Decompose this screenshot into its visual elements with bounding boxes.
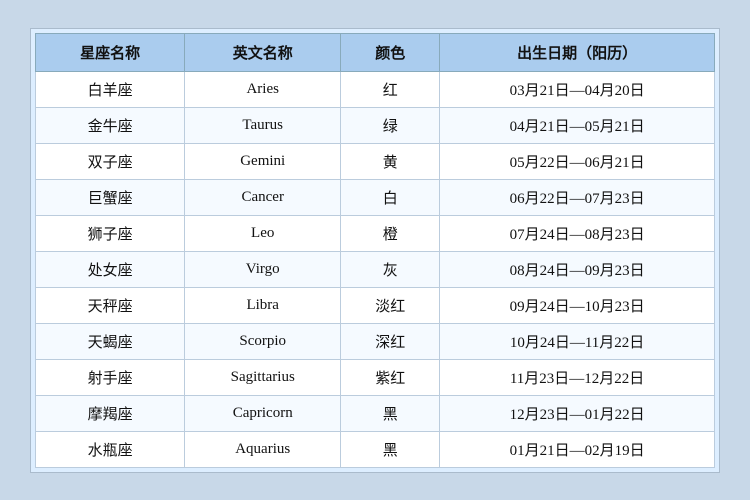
cell-color: 黄 (341, 143, 440, 179)
cell-en-name: Gemini (185, 143, 341, 179)
table-row: 白羊座Aries红03月21日—04月20日 (36, 71, 715, 107)
cell-date: 09月24日—10月23日 (440, 287, 715, 323)
cell-color: 淡红 (341, 287, 440, 323)
cell-date: 10月24日—11月22日 (440, 323, 715, 359)
header-zh-name: 星座名称 (36, 33, 185, 71)
cell-en-name: Sagittarius (185, 359, 341, 395)
header-date: 出生日期（阳历） (440, 33, 715, 71)
cell-en-name: Cancer (185, 179, 341, 215)
cell-zh-name: 巨蟹座 (36, 179, 185, 215)
header-en-name: 英文名称 (185, 33, 341, 71)
cell-zh-name: 白羊座 (36, 71, 185, 107)
table-row: 狮子座Leo橙07月24日—08月23日 (36, 215, 715, 251)
table-row: 摩羯座Capricorn黑12月23日—01月22日 (36, 395, 715, 431)
cell-zh-name: 天秤座 (36, 287, 185, 323)
cell-date: 11月23日—12月22日 (440, 359, 715, 395)
cell-en-name: Aries (185, 71, 341, 107)
cell-en-name: Capricorn (185, 395, 341, 431)
cell-zh-name: 水瓶座 (36, 431, 185, 467)
cell-date: 03月21日—04月20日 (440, 71, 715, 107)
cell-color: 黑 (341, 395, 440, 431)
cell-color: 红 (341, 71, 440, 107)
table-container: 星座名称 英文名称 颜色 出生日期（阳历） 白羊座Aries红03月21日—04… (30, 28, 720, 473)
table-row: 天蝎座Scorpio深红10月24日—11月22日 (36, 323, 715, 359)
cell-en-name: Scorpio (185, 323, 341, 359)
cell-date: 04月21日—05月21日 (440, 107, 715, 143)
table-row: 天秤座Libra淡红09月24日—10月23日 (36, 287, 715, 323)
cell-color: 灰 (341, 251, 440, 287)
table-row: 水瓶座Aquarius黑01月21日—02月19日 (36, 431, 715, 467)
cell-en-name: Leo (185, 215, 341, 251)
table-header-row: 星座名称 英文名称 颜色 出生日期（阳历） (36, 33, 715, 71)
cell-color: 紫红 (341, 359, 440, 395)
cell-color: 深红 (341, 323, 440, 359)
cell-zh-name: 摩羯座 (36, 395, 185, 431)
cell-date: 08月24日—09月23日 (440, 251, 715, 287)
table-row: 双子座Gemini黄05月22日—06月21日 (36, 143, 715, 179)
cell-en-name: Libra (185, 287, 341, 323)
table-body: 白羊座Aries红03月21日—04月20日金牛座Taurus绿04月21日—0… (36, 71, 715, 467)
cell-color: 黑 (341, 431, 440, 467)
cell-en-name: Aquarius (185, 431, 341, 467)
cell-date: 06月22日—07月23日 (440, 179, 715, 215)
cell-zh-name: 射手座 (36, 359, 185, 395)
cell-zh-name: 狮子座 (36, 215, 185, 251)
cell-color: 白 (341, 179, 440, 215)
table-row: 处女座Virgo灰08月24日—09月23日 (36, 251, 715, 287)
table-row: 射手座Sagittarius紫红11月23日—12月22日 (36, 359, 715, 395)
cell-zh-name: 金牛座 (36, 107, 185, 143)
cell-zh-name: 双子座 (36, 143, 185, 179)
cell-date: 05月22日—06月21日 (440, 143, 715, 179)
table-row: 金牛座Taurus绿04月21日—05月21日 (36, 107, 715, 143)
zodiac-table: 星座名称 英文名称 颜色 出生日期（阳历） 白羊座Aries红03月21日—04… (35, 33, 715, 468)
cell-en-name: Taurus (185, 107, 341, 143)
cell-date: 12月23日—01月22日 (440, 395, 715, 431)
cell-zh-name: 天蝎座 (36, 323, 185, 359)
cell-color: 橙 (341, 215, 440, 251)
table-row: 巨蟹座Cancer白06月22日—07月23日 (36, 179, 715, 215)
header-color: 颜色 (341, 33, 440, 71)
cell-zh-name: 处女座 (36, 251, 185, 287)
cell-color: 绿 (341, 107, 440, 143)
cell-date: 07月24日—08月23日 (440, 215, 715, 251)
cell-date: 01月21日—02月19日 (440, 431, 715, 467)
cell-en-name: Virgo (185, 251, 341, 287)
